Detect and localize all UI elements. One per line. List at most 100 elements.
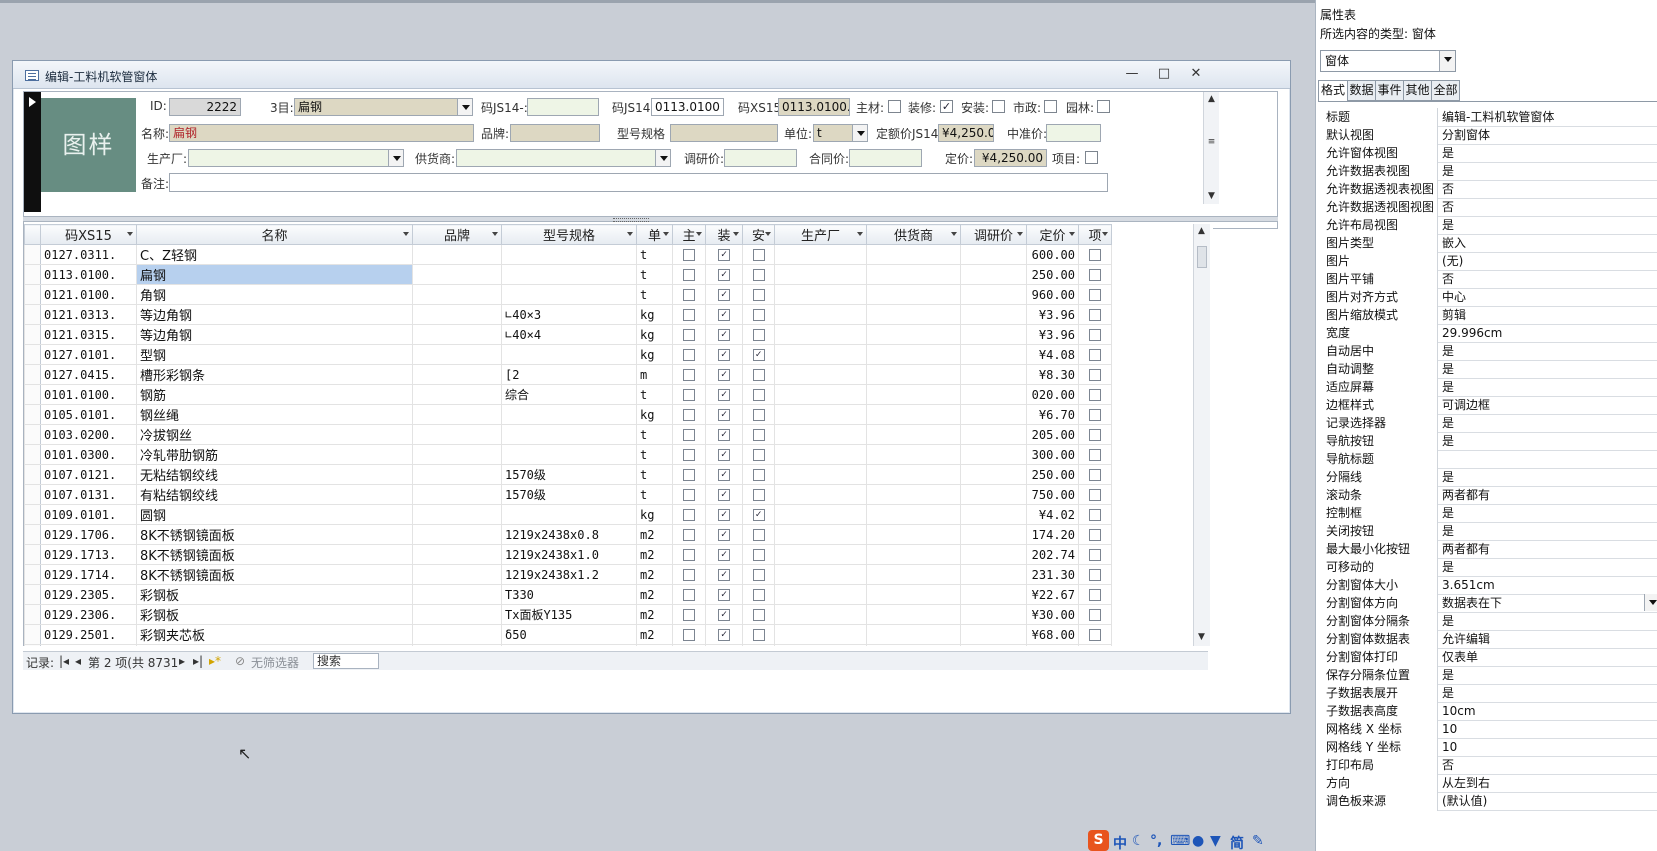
property-value[interactable]: 是 xyxy=(1439,558,1657,577)
property-value[interactable]: (默认值) xyxy=(1439,792,1657,811)
checkbox[interactable] xyxy=(683,509,695,521)
row-selector[interactable] xyxy=(24,384,41,405)
table-row[interactable]: 0129.2502.彩钢夹芯板 δ75m2 ✓ ¥73.00 xyxy=(24,644,1112,646)
column-header[interactable]: 单 xyxy=(636,224,673,245)
property-row[interactable]: 分割窗体数据表 允许编辑 xyxy=(1323,630,1657,649)
cell-spec[interactable]: δ75 xyxy=(501,644,637,646)
checkbox[interactable]: ✓ xyxy=(718,389,730,401)
table-row[interactable]: 0121.0315. 等边角钢 ∟40×4 kg ✓ ¥3.96 xyxy=(24,324,1112,345)
checkbox[interactable] xyxy=(683,549,695,561)
property-row[interactable]: 分割窗体方向 数据表在下 xyxy=(1323,594,1657,613)
cell-survey[interactable] xyxy=(960,344,1027,365)
cell-brand[interactable] xyxy=(412,404,502,425)
cell-survey[interactable] xyxy=(960,464,1027,485)
checkbox[interactable]: ✓ xyxy=(718,369,730,381)
cell-sup[interactable] xyxy=(866,444,961,465)
table-row[interactable]: 0129.2305. 彩钢板 T330 m2 ✓ ¥22.67 xyxy=(24,584,1112,605)
cell-code[interactable]: 0127.0415. xyxy=(40,364,137,385)
property-value[interactable]: 是 xyxy=(1439,360,1657,379)
filter-arrow-icon[interactable] xyxy=(951,232,957,236)
cell-sup[interactable] xyxy=(866,484,961,505)
garden-checkbox[interactable] xyxy=(1097,100,1110,113)
checkbox[interactable]: ✓ xyxy=(718,509,730,521)
cell-code[interactable]: 0129.1713. xyxy=(40,544,137,565)
cell-unit[interactable]: m2 xyxy=(636,564,673,585)
filter-status[interactable]: 无筛选器 xyxy=(251,654,299,671)
checkbox[interactable]: ✓ xyxy=(718,489,730,501)
chevron-down-icon[interactable] xyxy=(1644,594,1657,611)
cell-unit[interactable]: m2 xyxy=(636,544,673,565)
unit-combo[interactable]: t xyxy=(813,124,868,142)
cell-brand[interactable] xyxy=(412,604,502,625)
moon-icon[interactable]: ☾ xyxy=(1132,833,1145,849)
cell-sup[interactable] xyxy=(866,244,961,265)
cell-price[interactable]: 300.00 xyxy=(1026,444,1079,465)
column-header[interactable]: 项 xyxy=(1078,224,1112,245)
column-header[interactable]: 码XS15 xyxy=(40,224,137,245)
property-row[interactable]: 标题 编辑-工料机软管窗体 xyxy=(1323,108,1657,127)
cell-code[interactable]: 0109.0101. xyxy=(40,504,137,525)
property-row[interactable]: 控制框是 xyxy=(1323,504,1657,523)
punctuation-icon[interactable]: °, xyxy=(1150,833,1162,849)
checkbox[interactable] xyxy=(1089,589,1101,601)
cell-spec[interactable]: 1570级 xyxy=(501,464,637,485)
cell-spec[interactable]: 1219x2438x1.2 xyxy=(501,564,637,585)
checkbox[interactable] xyxy=(1089,409,1101,421)
checkbox[interactable] xyxy=(752,589,765,601)
supplier-combo[interactable] xyxy=(456,149,671,167)
property-row[interactable]: 允许数据表视图是 xyxy=(1323,162,1657,181)
property-value[interactable]: 是 xyxy=(1439,414,1657,433)
cell-survey[interactable] xyxy=(960,544,1027,565)
cell-brand[interactable] xyxy=(412,344,502,365)
checkbox[interactable] xyxy=(752,369,765,381)
property-row[interactable]: 适应屏幕是 xyxy=(1323,378,1657,397)
property-value[interactable]: 是 xyxy=(1439,162,1657,181)
filter-arrow-icon[interactable] xyxy=(492,232,498,236)
cell-name[interactable]: 8K不锈钢镜面板 xyxy=(136,544,413,565)
cell-unit[interactable]: t xyxy=(636,384,673,405)
property-row[interactable]: 方向 从左到右 xyxy=(1323,774,1657,793)
cell-brand[interactable] xyxy=(412,624,502,645)
cell-sup[interactable] xyxy=(866,464,961,485)
checkbox[interactable] xyxy=(683,389,695,401)
checkbox[interactable] xyxy=(752,249,765,261)
cell-sup[interactable] xyxy=(866,604,961,625)
property-value[interactable]: 从左到右 xyxy=(1439,774,1657,793)
close-button[interactable]: ✕ xyxy=(1183,65,1209,83)
property-value[interactable]: 是 xyxy=(1439,504,1657,523)
cell-spec[interactable] xyxy=(501,444,637,465)
property-value[interactable]: (无) xyxy=(1439,252,1657,271)
cell-mfr[interactable] xyxy=(774,264,867,285)
property-value[interactable]: 中心 xyxy=(1439,288,1657,307)
checkbox[interactable] xyxy=(1089,609,1101,621)
cell-mfr[interactable] xyxy=(774,584,867,605)
column-header[interactable]: 供货商 xyxy=(866,224,961,245)
property-value[interactable]: 29.996cm xyxy=(1439,324,1657,343)
cell-survey[interactable] xyxy=(960,624,1027,645)
cell-spec[interactable]: ∟40×4 xyxy=(501,324,637,345)
ime-simplified[interactable]: 简 xyxy=(1230,833,1244,851)
fixed-price-field[interactable]: ¥4,250.00 xyxy=(974,149,1047,167)
cell-unit[interactable]: t xyxy=(636,424,673,445)
checkbox[interactable]: ✓ xyxy=(718,349,730,361)
property-tab[interactable]: 其他 xyxy=(1403,80,1432,101)
datasheet-scrollbar[interactable]: ▲ ▼ xyxy=(1193,224,1210,646)
cell-name[interactable]: 彩钢板 xyxy=(136,584,413,605)
cell-name[interactable]: 等边角钢 xyxy=(136,324,413,345)
scroll-down-icon[interactable]: ▼ xyxy=(1196,632,1207,643)
filter-icon[interactable]: ⊘ xyxy=(235,654,245,668)
checkbox[interactable]: ✓ xyxy=(752,349,765,361)
row-selector[interactable] xyxy=(24,564,41,585)
row-selector[interactable] xyxy=(24,264,41,285)
cell-code[interactable]: 0129.2501. xyxy=(40,624,137,645)
maximize-button[interactable]: □ xyxy=(1151,65,1177,83)
cell-code[interactable]: 0107.0131. xyxy=(40,484,137,505)
checkbox[interactable] xyxy=(683,309,695,321)
split-bar[interactable] xyxy=(23,216,1278,222)
cell-unit[interactable]: t xyxy=(636,284,673,305)
scroll-up-icon[interactable]: ▲ xyxy=(1206,94,1217,105)
cell-code[interactable]: 0127.0311. xyxy=(40,244,137,265)
filter-arrow-icon[interactable] xyxy=(733,232,739,236)
column-header[interactable]: 型号规格 xyxy=(501,224,637,245)
wrench-icon[interactable]: ✎ xyxy=(1252,833,1264,849)
